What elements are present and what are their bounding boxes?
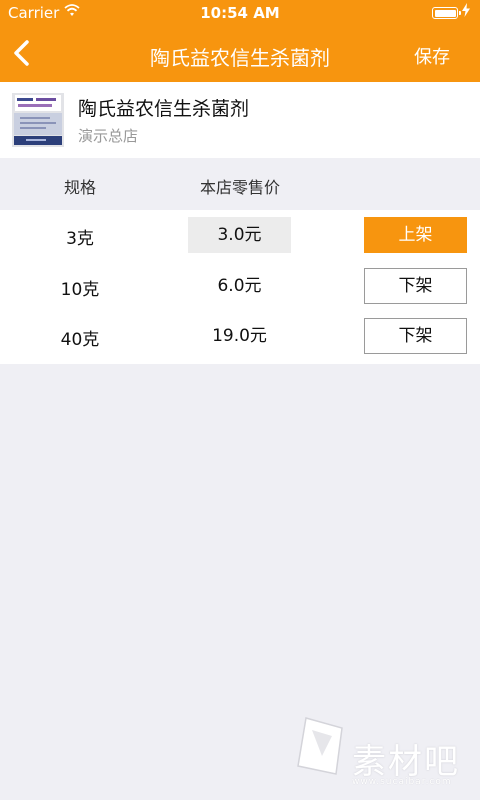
price-input[interactable]: 3.0元: [188, 217, 291, 253]
spec-cell: 3克: [66, 229, 94, 249]
spec-column-header: 规格: [63, 178, 96, 197]
product-name: 陶氏益农信生杀菌剂: [78, 98, 250, 120]
spec-cell: 10克: [60, 280, 100, 300]
unshelve-button[interactable]: 下架: [364, 268, 467, 304]
shop-name: 演示总店: [78, 127, 139, 145]
unshelve-button[interactable]: 下架: [364, 318, 467, 354]
shelve-button[interactable]: 上架: [364, 217, 467, 253]
battery-icon: [432, 7, 461, 19]
navigation-bar: Carrier 10:54 AM 陶氏益农信生杀菌剂 保存: [0, 0, 480, 82]
table-row: 40克 19.0元 下架: [0, 311, 480, 361]
product-thumbnail: [12, 93, 64, 147]
save-button[interactable]: 保存: [414, 43, 450, 69]
spec-cell: 40克: [60, 330, 100, 350]
status-time: 10:54 AM: [200, 4, 280, 22]
spec-list: 3克 3.0元 上架 10克 6.0元 下架 40克 19.0元 下架: [0, 210, 480, 364]
product-header: 陶氏益农信生杀菌剂 演示总店: [0, 82, 480, 158]
page-title: 陶氏益农信生杀菌剂: [150, 46, 330, 70]
price-input[interactable]: 6.0元: [188, 268, 291, 304]
price-column-header: 本店零售价: [199, 178, 280, 197]
table-row: 10克 6.0元 下架: [0, 261, 480, 311]
watermark-text: 素材吧: [352, 742, 460, 782]
chevron-left-icon: [14, 40, 29, 66]
price-input[interactable]: 19.0元: [188, 318, 291, 354]
status-bar: Carrier 10:54 AM: [0, 0, 480, 26]
table-header: 规格 本店零售价: [0, 158, 480, 210]
charging-icon: [462, 3, 470, 21]
watermark-url: www.sucaibar.com: [352, 777, 452, 787]
back-button[interactable]: [8, 38, 38, 68]
table-row: 3克 3.0元 上架: [0, 210, 480, 260]
